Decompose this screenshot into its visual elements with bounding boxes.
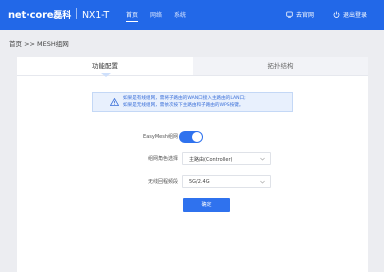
top-header: net·core磊科 NX1-T 首页 网络 系统 去官网 退出登录 [0, 0, 384, 30]
mesh-config-card: 功能配置 拓扑结构 如果是有线组网，需将子路由的WAN口接入主路由的LAN口; … [17, 57, 368, 272]
warning-icon [110, 98, 119, 106]
role-row: 组网角色选择 主路由(Controller) [17, 152, 368, 166]
brand-name: net·core [8, 10, 54, 21]
toggle-knob [192, 132, 202, 142]
tab-divider [17, 75, 368, 76]
tab-bar: 功能配置 拓扑结构 [17, 57, 368, 75]
nav-item-home[interactable]: 首页 [126, 10, 139, 22]
logo-divider [76, 8, 78, 19]
chevron-down-icon [260, 180, 265, 184]
nav-item-system[interactable]: 系统 [174, 10, 186, 19]
notice-text: 如果是有线组网，需将子路由的WAN口接入主路由的LAN口; 如果是无线组网，需依… [123, 96, 246, 109]
official-site-link[interactable]: 去官网 [286, 10, 314, 19]
notice-box: 如果是有线组网，需将子路由的WAN口接入主路由的LAN口; 如果是无线组网，需依… [92, 92, 293, 112]
easymesh-label: EasyMesh组网 [143, 134, 178, 140]
brand-name-cn: 磊科 [53, 11, 72, 21]
nav-item-network[interactable]: 网络 [150, 10, 162, 19]
brand-logo[interactable]: net·core磊科 NX1-T [8, 8, 109, 21]
easymesh-toggle[interactable] [179, 131, 203, 143]
logout-link[interactable]: 退出登录 [333, 10, 367, 19]
band-select[interactable]: 5G/2.4G [182, 175, 271, 188]
band-row: 无线回程频段 5G/2.4G [17, 175, 368, 189]
easymesh-row: EasyMesh组网 [17, 130, 368, 144]
website-icon [286, 11, 293, 18]
role-label: 组网角色选择 [147, 156, 178, 162]
official-site-label: 去官网 [296, 12, 315, 19]
model-name: NX1-T [82, 10, 110, 21]
band-label: 无线回程频段 [147, 179, 178, 185]
main-nav: 首页 网络 系统 [126, 10, 198, 22]
chevron-down-icon [260, 157, 265, 161]
breadcrumb: 首页 >> MESH组网 [9, 40, 69, 48]
role-select[interactable]: 主路由(Controller) [182, 152, 271, 165]
notice-line-wireless: 如果是无线组网，需依次按下主路由和子路由的WPS按键。 [123, 102, 244, 108]
logout-label: 退出登录 [343, 12, 368, 19]
notice-line-wired: 如果是有线组网，需将子路由的WAN口接入主路由的LAN口; [123, 96, 246, 101]
power-icon [333, 11, 340, 18]
band-select-value: 5G/2.4G [189, 179, 210, 185]
role-select-value: 主路由(Controller) [189, 157, 233, 163]
confirm-button[interactable]: 确定 [183, 198, 230, 212]
active-tab-indicator [101, 73, 111, 77]
tab-topology[interactable]: 拓扑结构 [193, 57, 368, 75]
